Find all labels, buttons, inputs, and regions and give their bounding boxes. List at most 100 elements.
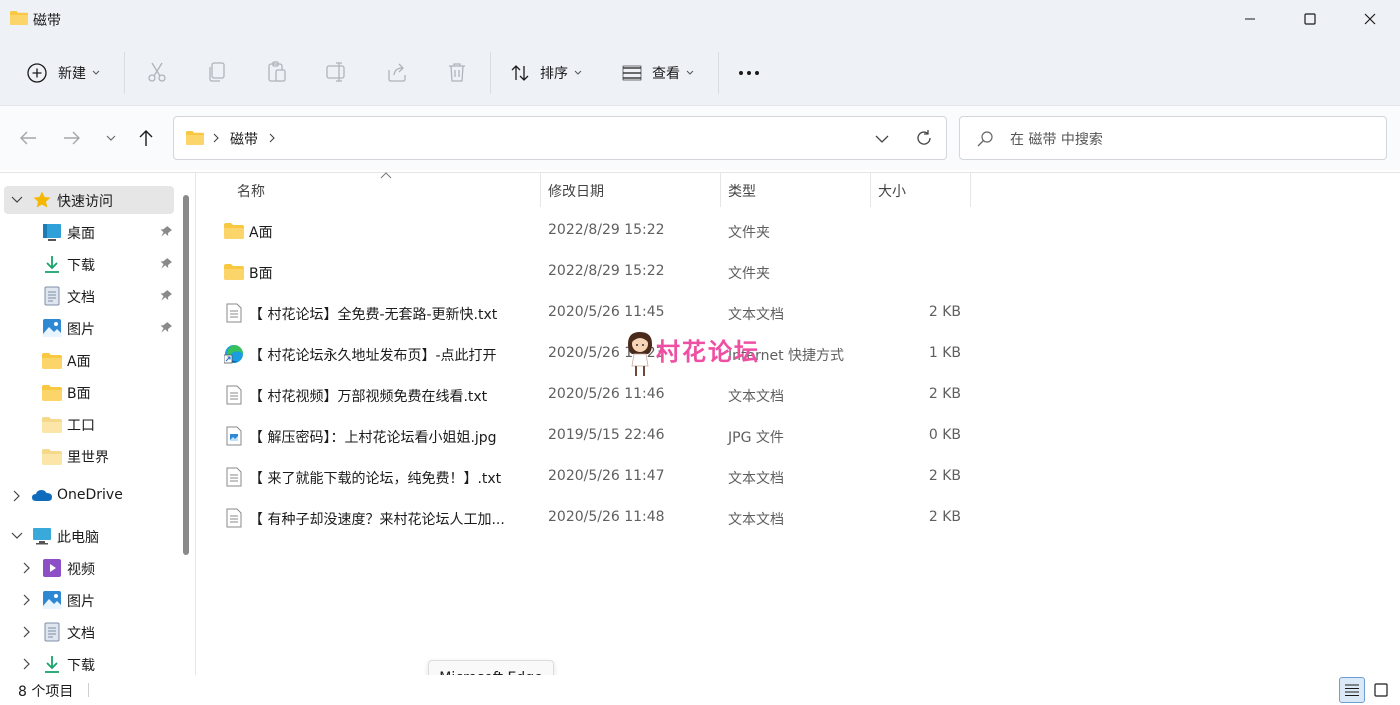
sidebar-item-b-side[interactable]: B面 (4, 378, 174, 406)
file-type: 文件夹 (728, 266, 770, 282)
sidebar-item-documents[interactable]: 文档 (4, 282, 174, 310)
file-row[interactable]: 【 来了就能下载的论坛，纯免费！】.txt 2020/5/26 11:47 文本… (196, 457, 976, 498)
file-row[interactable]: 【 有种子却没速度？来村花论坛人工加... 2020/5/26 11:48 文本… (196, 498, 976, 539)
search-input[interactable]: 在 磁带 中搜索 (1010, 129, 1103, 149)
sidebar-item-downloads[interactable]: 下载 (4, 250, 174, 278)
pin-icon[interactable] (158, 257, 172, 271)
sort-button[interactable]: 排序 (510, 56, 582, 90)
chevron-right-icon[interactable] (21, 562, 33, 574)
sidebar-item-pc-pictures[interactable]: 图片 (4, 586, 174, 614)
close-button[interactable] (1340, 0, 1400, 38)
window-title: 磁带 (33, 13, 61, 29)
sidebar-item-this-pc[interactable]: 此电脑 (4, 522, 174, 550)
watermark: 村花论坛 (624, 330, 784, 380)
file-date: 2022/8/29 15:22 (548, 263, 665, 279)
column-separator[interactable] (970, 173, 971, 207)
rename-icon[interactable] (325, 60, 349, 84)
chevron-right-icon[interactable] (268, 133, 276, 143)
toolbar-separator (718, 52, 719, 94)
file-size: 2 KB (928, 509, 961, 525)
sidebar-item-label: 工口 (67, 418, 95, 434)
search-box[interactable]: 在 磁带 中搜索 (959, 116, 1387, 160)
sidebar-item-a-side[interactable]: A面 (4, 346, 174, 374)
status-separator (88, 683, 89, 697)
column-header-date[interactable]: 修改日期 (548, 181, 604, 201)
chevron-right-icon[interactable] (212, 133, 220, 143)
address-bar[interactable]: 磁带 (173, 116, 947, 160)
details-view-button[interactable] (1339, 677, 1365, 703)
sort-icon (511, 65, 529, 81)
sidebar-item-videos[interactable]: 视频 (4, 554, 174, 582)
view-button[interactable]: 查看 (622, 56, 694, 90)
sidebar-item-pictures[interactable]: 图片 (4, 314, 174, 342)
sidebar-item-onedrive[interactable]: OneDrive (4, 482, 174, 510)
chevron-down-icon[interactable] (11, 194, 23, 206)
file-row[interactable]: 【 村花视频】万部视频免费在线看.txt 2020/5/26 11:46 文本文… (196, 375, 976, 416)
forward-arrow-icon[interactable] (60, 126, 84, 150)
more-options-button[interactable] (738, 56, 760, 90)
desktop-icon (43, 224, 61, 241)
chevron-right-icon[interactable] (21, 594, 33, 606)
share-icon[interactable] (385, 60, 409, 84)
address-history-chevron-icon[interactable] (874, 131, 890, 147)
search-icon (977, 131, 993, 147)
file-date: 2020/5/26 11:47 (548, 468, 665, 484)
new-button[interactable]: 新建 (26, 56, 100, 90)
recent-locations-chevron-icon[interactable] (99, 126, 123, 150)
file-date: 2020/5/26 11:46 (548, 386, 665, 402)
pin-icon[interactable] (158, 225, 172, 239)
delete-icon[interactable] (445, 60, 469, 84)
file-name: 【 解压密码】：上村花论坛看小姐姐.jpg (249, 430, 497, 446)
column-header-size[interactable]: 大小 (878, 181, 906, 201)
toolbar-separator (490, 52, 491, 94)
folder-icon (224, 264, 244, 280)
file-size: 2 KB (928, 304, 961, 320)
maximize-button[interactable] (1280, 0, 1340, 38)
pin-icon[interactable] (158, 289, 172, 303)
breadcrumb-current[interactable]: 磁带 (230, 129, 258, 149)
column-header-name[interactable]: 名称 (237, 181, 265, 201)
chevron-right-icon[interactable] (21, 658, 33, 670)
sidebar-item-pc-documents[interactable]: 文档 (4, 618, 174, 646)
sidebar-item-label: 下载 (67, 258, 95, 274)
column-separator[interactable] (870, 173, 871, 207)
back-arrow-icon[interactable] (16, 126, 40, 150)
sort-label: 排序 (540, 66, 568, 82)
minimize-icon (1245, 18, 1255, 20)
copy-icon[interactable] (205, 60, 229, 84)
pin-icon[interactable] (158, 321, 172, 335)
minimize-button[interactable] (1220, 0, 1280, 38)
toolbar-separator (124, 52, 125, 94)
file-row[interactable]: B面 2022/8/29 15:22 文件夹 (196, 252, 976, 293)
paste-icon[interactable] (265, 60, 289, 84)
column-separator[interactable] (540, 173, 541, 207)
navigation-pane: 快速访问 桌面 下载 文档 图片 A面 B面 工口 里世界 OneDrive 此… (0, 173, 195, 675)
chevron-right-icon[interactable] (11, 490, 23, 502)
file-row[interactable]: 【 村花论坛永久地址发布页】-点此打开 2020/5/26 11:23 Inte… (196, 334, 976, 375)
sidebar-item-quick-access[interactable]: 快速访问 (4, 186, 174, 214)
sidebar-item-pc-downloads[interactable]: 下载 (4, 650, 174, 678)
title-bar: 磁带 (0, 0, 1400, 40)
image-file-icon (226, 426, 242, 446)
sidebar-item-label: 里世界 (67, 450, 109, 466)
large-icons-view-button[interactable] (1368, 677, 1394, 703)
refresh-icon[interactable] (914, 128, 934, 148)
sidebar-item-lishijie[interactable]: 里世界 (4, 442, 174, 470)
column-separator[interactable] (720, 173, 721, 207)
sidebar-item-label: 视频 (67, 562, 95, 578)
file-row[interactable]: A面 2022/8/29 15:22 文件夹 (196, 211, 976, 252)
sidebar-item-gongkou[interactable]: 工口 (4, 410, 174, 438)
chevron-right-icon[interactable] (21, 626, 33, 638)
cut-icon[interactable] (145, 60, 169, 84)
sidebar-item-desktop[interactable]: 桌面 (4, 218, 174, 246)
file-name: 【 有种子却没速度？来村花论坛人工加... (249, 512, 505, 528)
text-file-icon (226, 303, 242, 323)
file-row[interactable]: 【 解压密码】：上村花论坛看小姐姐.jpg 2019/5/15 22:46 JP… (196, 416, 976, 457)
sidebar-item-label: 快速访问 (57, 194, 113, 210)
sidebar-scrollbar[interactable] (183, 195, 189, 555)
column-header-type[interactable]: 类型 (728, 181, 756, 201)
thumbnail-view-icon (1374, 683, 1388, 697)
up-arrow-icon[interactable] (134, 126, 158, 150)
file-row[interactable]: 【 村花论坛】全免费-无套路-更新快.txt 2020/5/26 11:45 文… (196, 293, 976, 334)
chevron-down-icon[interactable] (11, 530, 23, 542)
